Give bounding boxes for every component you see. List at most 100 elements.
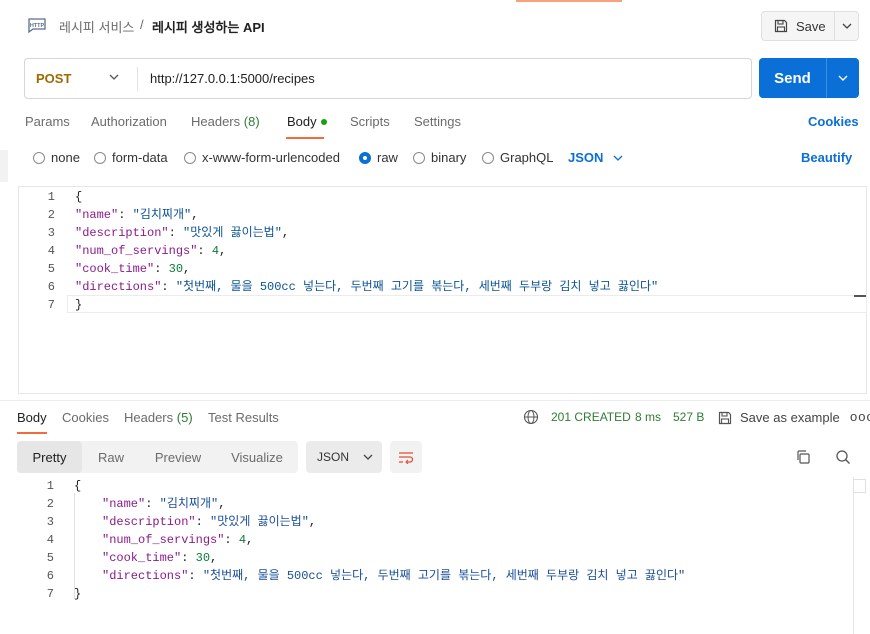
chevron-down-icon — [109, 74, 119, 80]
code-line: 6 "directions": "첫번째, 물을 500cc 넣는다, 두번째 고… — [19, 278, 866, 296]
save-button[interactable]: Save — [761, 11, 834, 41]
radio-label: x-www-form-urlencoded — [202, 150, 340, 165]
json-key: "directions" — [102, 569, 189, 583]
code-text: "cook_time": 30, — [102, 551, 218, 565]
chevron-down-icon — [613, 155, 623, 161]
send-options-dropdown[interactable] — [826, 58, 859, 98]
code-line: 5 "cook_time": 30, — [18, 549, 867, 567]
json-value: "첫번째, 물을 500cc 넣는다, 두번째 고기를 볶는다, 세번째 두부랑… — [202, 569, 686, 583]
body-type-selector: none form-data x-www-form-urlencoded raw… — [0, 150, 870, 166]
tab-headers[interactable]: Headers (8) — [191, 114, 260, 129]
line-number: 4 — [46, 533, 54, 547]
code-text: "description": "맛있게 끓이는법", — [102, 515, 317, 529]
globe-icon[interactable] — [523, 409, 539, 425]
code-text: } — [75, 298, 83, 312]
code-line: 1{ — [19, 188, 866, 206]
line-number: 4 — [47, 244, 55, 258]
radio-x-www-form-urlencoded[interactable]: x-www-form-urlencoded — [184, 150, 340, 165]
response-scroll-thumb[interactable] — [853, 479, 866, 493]
save-as-example-button[interactable]: Save as example — [718, 410, 840, 425]
line-number: 5 — [46, 551, 54, 565]
code-text: "name": "김치찌개", — [102, 497, 226, 511]
body-format-dropdown[interactable]: JSON — [568, 150, 623, 165]
chevron-down-icon — [838, 75, 848, 81]
code-text: "num_of_servings": 4, — [102, 533, 254, 547]
view-preview[interactable]: Preview — [141, 441, 215, 473]
request-body-editor[interactable]: 1{ 2 "name": "김치찌개", 3 "description": "맛있게… — [18, 186, 867, 394]
json-key: "name" — [102, 497, 146, 511]
active-tab-underline — [286, 137, 324, 139]
code-text: "directions": "첫번째, 물을 500cc 넣는다, 두번째 고기… — [102, 569, 686, 583]
method-select[interactable]: POST — [25, 59, 137, 98]
radio-binary[interactable]: binary — [413, 150, 466, 165]
line-number: 3 — [46, 515, 54, 529]
wrap-lines-icon — [399, 452, 414, 464]
more-options-icon[interactable]: ooo — [850, 409, 870, 424]
view-pretty[interactable]: Pretty — [17, 441, 82, 473]
json-key: "name" — [75, 208, 119, 222]
code-line: 4 "num_of_servings": 4, — [18, 531, 867, 549]
line-number: 3 — [47, 226, 55, 240]
active-response-tab-underline — [17, 432, 47, 434]
http-icon: HTTP — [28, 18, 46, 34]
tab-body[interactable]: Body — [287, 114, 327, 129]
radio-circle — [413, 151, 425, 164]
send-button[interactable]: Send — [759, 58, 826, 98]
code-text: "directions": "첫번째, 물을 500cc 넣는다, 두번째 고기… — [75, 280, 659, 294]
json-key: "num_of_servings" — [75, 244, 198, 258]
response-format-dropdown[interactable]: JSON — [306, 441, 382, 473]
code-text: "name": "김치찌개", — [75, 208, 199, 222]
response-view-selector: Pretty Raw Preview Visualize — [17, 441, 298, 473]
tab-scripts[interactable]: Scripts — [350, 114, 390, 129]
radio-graphql[interactable]: GraphQL — [482, 150, 553, 165]
response-tab-headers[interactable]: Headers (5) — [124, 410, 193, 425]
tab-settings[interactable]: Settings — [414, 114, 461, 129]
response-tab-test-results[interactable]: Test Results — [208, 410, 279, 425]
copy-icon[interactable] — [795, 449, 811, 465]
beautify-button[interactable]: Beautify — [801, 150, 852, 165]
svg-text:HTTP: HTTP — [30, 23, 45, 29]
json-key: "cook_time" — [75, 262, 155, 276]
code-line: 5 "cook_time": 30, — [19, 260, 866, 278]
code-line: 4 "num_of_servings": 4, — [19, 242, 866, 260]
response-body-viewer[interactable]: 1{ 2 "name": "김치찌개", 3 "description": "맛있게… — [18, 477, 867, 634]
json-value: "첫번째, 물을 500cc 넣는다, 두번째 고기를 볶는다, 세번째 두부랑… — [175, 280, 659, 294]
cookies-link[interactable]: Cookies — [808, 114, 859, 129]
radio-none[interactable]: none — [33, 150, 80, 165]
json-key: "directions" — [75, 280, 162, 294]
response-divider[interactable] — [0, 400, 870, 401]
tab-authorization[interactable]: Authorization — [91, 114, 167, 129]
search-icon[interactable] — [835, 449, 851, 465]
json-key: "description" — [102, 515, 196, 529]
response-time[interactable]: 8 ms — [635, 410, 661, 424]
response-size[interactable]: 527 B — [673, 410, 704, 424]
breadcrumb-parent[interactable]: 레시피 서비스 — [59, 17, 134, 36]
json-value: 4 — [211, 244, 220, 258]
breadcrumb-current[interactable]: 레시피 생성하는 API — [152, 17, 265, 36]
radio-raw[interactable]: raw — [359, 150, 398, 165]
response-tab-headers-count: (5) — [176, 410, 193, 425]
code-line: 3 "description": "맛있게 끓이는법", — [19, 224, 866, 242]
radio-circle — [482, 151, 494, 164]
url-divider — [137, 66, 138, 91]
response-tab-body[interactable]: Body — [17, 410, 47, 425]
radio-form-data[interactable]: form-data — [94, 150, 168, 165]
radio-circle — [94, 151, 106, 164]
code-text: { — [74, 479, 82, 493]
response-scroll-track[interactable] — [853, 477, 854, 634]
response-status-code[interactable]: 201 CREATED — [551, 410, 631, 424]
chevron-down-icon — [842, 23, 851, 29]
tab-headers-count: (8) — [243, 114, 260, 129]
save-options-dropdown[interactable] — [834, 11, 859, 41]
code-text: { — [75, 190, 83, 204]
view-raw[interactable]: Raw — [85, 441, 137, 473]
response-tab-cookies[interactable]: Cookies — [62, 410, 109, 425]
wrap-lines-button[interactable] — [390, 441, 422, 473]
view-visualize[interactable]: Visualize — [220, 441, 294, 473]
tab-params[interactable]: Params — [25, 114, 70, 129]
url-input[interactable] — [150, 71, 710, 86]
line-number: 5 — [47, 262, 55, 276]
json-key: "description" — [75, 226, 169, 240]
radio-label: GraphQL — [500, 150, 554, 165]
request-header: HTTP 레시피 서비스 / 레시피 생성하는 API Save — [0, 0, 870, 52]
